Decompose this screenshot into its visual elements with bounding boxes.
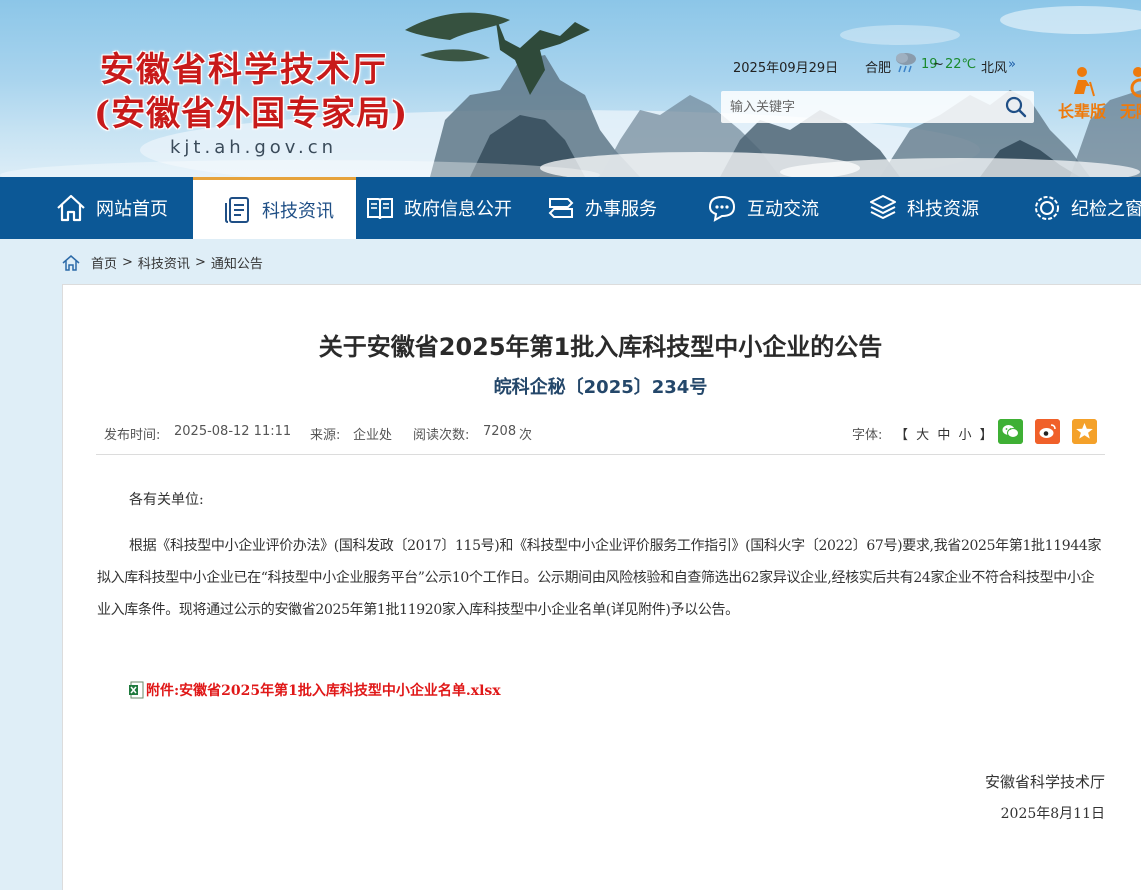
breadcrumb-notices[interactable]: 通知公告	[211, 253, 263, 272]
nav-item-news[interactable]: 科技资讯	[193, 177, 356, 239]
breadcrumb-separator: >	[122, 255, 133, 270]
cube-icon	[870, 195, 896, 219]
nav-item-label: 科技资源	[907, 199, 979, 220]
document-icon	[225, 196, 249, 223]
search-box	[721, 91, 1034, 123]
wheelchair-icon	[1130, 67, 1141, 98]
elder-person-icon	[1074, 67, 1095, 97]
home-icon	[57, 194, 85, 222]
breadcrumb-separator: >	[194, 255, 206, 270]
salutation: 各有关单位:	[129, 492, 204, 508]
view-count: 7208	[483, 424, 517, 439]
barrier-free-link[interactable]: 无障碍	[1116, 64, 1141, 122]
weather-city: 合肥	[865, 61, 892, 76]
attachment-label: 附件:安徽省2025年第1批入库科技型中小企业名单.xlsx	[146, 683, 501, 699]
signpost-icon	[548, 198, 574, 218]
home-icon	[62, 254, 80, 271]
chat-icon	[708, 195, 736, 222]
signature-organization: 安徽省科学技术厅	[984, 773, 1105, 791]
search-input[interactable]	[721, 91, 1000, 123]
elder-mode-link[interactable]: 长辈版	[1054, 64, 1110, 122]
site-domain: kjt.ah.gov.cn	[170, 137, 338, 158]
temp-high: 22℃	[945, 57, 977, 72]
document-number: 皖科企秘〔2025〕234号	[493, 377, 708, 398]
article-title: 关于安徽省2025年第1批入库科技型中小企业的公告	[318, 333, 883, 361]
font-small-button[interactable]: 小	[958, 428, 973, 443]
barrier-free-label: 无障碍	[1119, 102, 1141, 121]
site-subtitle: (安徽省外国专家局)	[94, 94, 409, 134]
weibo-share-icon[interactable]	[1035, 419, 1060, 444]
nav-item-label: 办事服务	[585, 199, 657, 220]
excel-file-icon	[129, 681, 144, 699]
nav-item-discipline[interactable]: 纪检之窗	[1032, 177, 1141, 239]
font-size-control: 【 大 中 小 】	[895, 424, 995, 443]
nav-item-label: 网站首页	[96, 199, 168, 220]
nav-item-home[interactable]: 网站首页	[55, 177, 168, 239]
main-nav: 网站首页 科技资讯 政府信息公开 办事服务 互动交流 科技资源 纪检之窗	[0, 177, 1141, 239]
breadcrumb-news[interactable]: 科技资讯	[138, 253, 190, 272]
site-title: 安徽省科学技术厅	[100, 50, 388, 90]
signature-date: 2025年8月11日	[1000, 806, 1105, 822]
book-icon	[367, 198, 393, 220]
site-header: 安徽省科学技术厅 (安徽省外国专家局) kjt.ah.gov.cn 2025年0…	[0, 0, 1141, 177]
elder-mode-label: 长辈版	[1057, 102, 1106, 121]
wechat-share-icon[interactable]	[998, 419, 1023, 444]
nav-item-gov-info[interactable]: 政府信息公开	[365, 177, 512, 239]
meta-divider	[96, 454, 1105, 455]
nav-item-services[interactable]: 办事服务	[546, 177, 657, 239]
font-large-button[interactable]: 大	[916, 428, 931, 443]
font-size-label: 字体:	[852, 428, 883, 443]
nav-item-label: 互动交流	[747, 199, 819, 220]
star-favorite-icon[interactable]	[1072, 419, 1097, 444]
nav-item-resources[interactable]: 科技资源	[868, 177, 979, 239]
nav-item-label: 纪检之窗	[1071, 199, 1141, 220]
double-chevron-right-icon: »	[1008, 57, 1016, 72]
nav-item-label: 政府信息公开	[404, 199, 512, 220]
gear-badge-icon	[1035, 196, 1059, 220]
source-value: 企业处	[353, 428, 393, 443]
attachment-link[interactable]: 附件:安徽省2025年第1批入库科技型中小企业名单.xlsx	[128, 680, 501, 700]
article-body: 根据《科技型中小企业评价办法》(国科发政〔2017〕115号)和《科技型中小企业…	[97, 538, 1102, 618]
temp-separator: ~	[933, 57, 944, 72]
wind-direction: 北风	[981, 61, 1008, 76]
nav-item-label: 科技资讯	[262, 200, 334, 222]
current-date: 2025年09月29日	[733, 61, 839, 76]
breadcrumb: 首页 > 科技资讯 > 通知公告	[61, 253, 263, 272]
publish-time-label: 发布时间:	[104, 428, 161, 443]
font-medium-button[interactable]: 中	[937, 428, 952, 443]
rain-cloud-icon	[896, 53, 916, 73]
view-count-label: 阅读次数:	[413, 428, 470, 443]
source-label: 来源:	[310, 428, 341, 443]
nav-item-interaction[interactable]: 互动交流	[706, 177, 819, 239]
view-count-unit: 次	[519, 428, 533, 443]
font-bracket-close: 】	[979, 428, 995, 443]
search-icon[interactable]	[1004, 95, 1028, 119]
breadcrumb-home[interactable]: 首页	[91, 253, 117, 272]
publish-time: 2025-08-12 11:11	[174, 424, 292, 439]
font-bracket-open: 【	[895, 428, 911, 443]
